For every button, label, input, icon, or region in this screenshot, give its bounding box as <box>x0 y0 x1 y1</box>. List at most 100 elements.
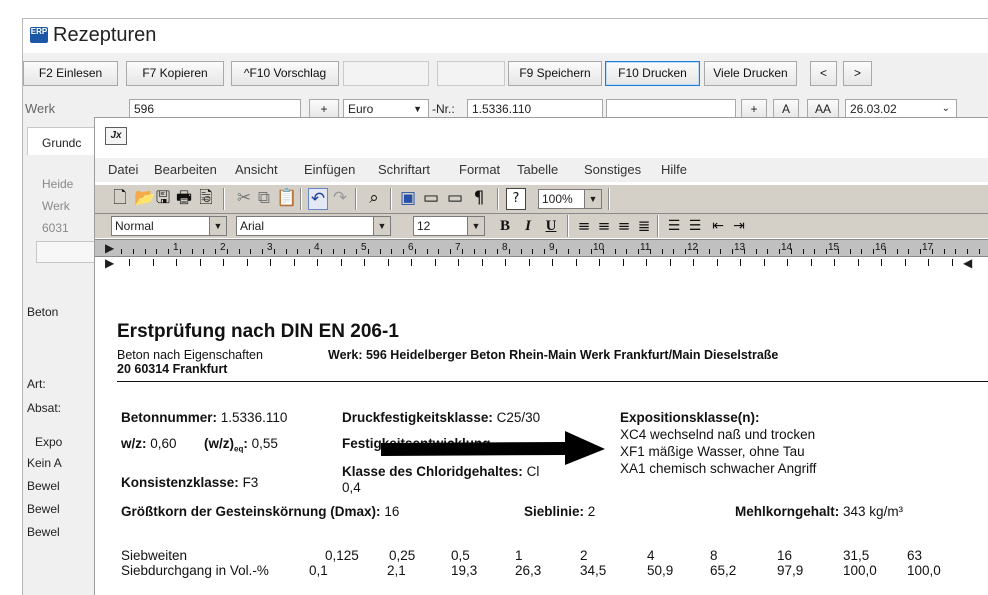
tab-ruler[interactable]: ▶ ◀ <box>95 256 988 282</box>
find-binoculars-icon[interactable]: ⌕ <box>364 188 384 208</box>
menu-sonstiges[interactable]: Sonstiges <box>584 162 641 177</box>
increase-indent-icon[interactable]: ⇥ <box>730 216 748 236</box>
horizontal-ruler[interactable]: ▶ 1 2 3 4 5 6 7 8 9 10 11 12 13 14 15 16… <box>95 239 988 257</box>
ruler-tick <box>250 249 251 254</box>
menu-datei[interactable]: Datei <box>108 162 138 177</box>
footer-icon[interactable]: ▭ <box>446 188 464 208</box>
nr-input[interactable]: 1.5336.110 <box>467 99 603 119</box>
previous-button[interactable]: < <box>810 61 837 86</box>
ruler-tick <box>756 249 757 254</box>
cut-icon[interactable]: ✂ <box>235 188 253 208</box>
tab-tick <box>740 259 741 266</box>
ruler-tick <box>897 249 898 254</box>
print-preview-icon[interactable]: 🗟 <box>196 188 216 208</box>
ruler-tick <box>885 249 886 254</box>
toolbar-separator <box>300 188 302 210</box>
header-icon[interactable]: ▭ <box>422 188 440 208</box>
ruler-tick <box>838 249 839 254</box>
align-left-icon[interactable]: ≡ <box>575 216 593 236</box>
viele-drucken-button[interactable]: Viele Drucken <box>704 61 797 86</box>
toolbar-separator <box>390 188 392 210</box>
copy-icon[interactable]: ⧉ <box>255 188 273 208</box>
a-button[interactable]: A <box>773 99 799 119</box>
siebweite-value: 1 <box>515 548 523 563</box>
ruler-tick <box>391 249 392 254</box>
save-icon[interactable]: 🖫 <box>154 188 172 208</box>
justify-icon[interactable]: ≣ <box>635 216 653 236</box>
tab-tick <box>717 259 718 266</box>
ruler-tick <box>239 249 240 254</box>
style-value: Normal <box>115 219 154 233</box>
date-select[interactable]: 26.03.02 ⌄ <box>845 99 957 119</box>
chlorid-value-2: 0,4 <box>342 480 361 495</box>
menu-bearbeiten[interactable]: Bearbeiten <box>154 162 217 177</box>
betonnummer-value: 1.5336.110 <box>220 410 288 425</box>
print-icon[interactable]: 🖶 <box>175 188 193 208</box>
next-button[interactable]: > <box>843 61 872 86</box>
einlesen-button[interactable]: F2 Einlesen <box>23 61 118 86</box>
ruler-tick <box>532 249 533 254</box>
menu-einfuegen[interactable]: Einfügen <box>304 162 355 177</box>
ruler-tick <box>133 249 134 254</box>
underline-icon[interactable]: U <box>541 216 561 236</box>
bullet-list-icon[interactable]: ☰ <box>686 216 704 236</box>
toolbar-separator <box>567 215 569 237</box>
align-center-icon[interactable]: ≡ <box>595 216 613 236</box>
menu-ansicht[interactable]: Ansicht <box>235 162 278 177</box>
bold-icon[interactable]: B <box>495 216 515 236</box>
open-folder-icon[interactable]: 📂 <box>134 188 155 208</box>
tab-tick <box>435 259 436 266</box>
menu-hilfe[interactable]: Hilfe <box>661 162 687 177</box>
betonnummer-label: Betonnummer: <box>121 410 218 425</box>
speichern-button[interactable]: F9 Speichern <box>508 61 602 86</box>
paste-icon[interactable]: 📋 <box>276 188 297 208</box>
werk-input[interactable]: 596 <box>129 99 301 119</box>
empty-button-2[interactable] <box>437 61 505 86</box>
decrease-indent-icon[interactable]: ⇤ <box>709 216 727 236</box>
werk-plus-button[interactable]: + <box>309 99 339 119</box>
help-icon[interactable]: ? <box>506 188 526 210</box>
italic-icon[interactable]: I <box>518 216 538 236</box>
add-button[interactable]: + <box>741 99 767 119</box>
tab-tick <box>811 259 812 266</box>
chevron-down-icon: ⌄ <box>941 103 950 114</box>
chlorid-label: Klasse des Chloridgehaltes: <box>342 464 523 479</box>
empty-button-1[interactable] <box>343 61 429 86</box>
indent-marker-icon[interactable]: ▶ <box>105 256 114 270</box>
indent-marker-icon[interactable]: ▶ <box>105 241 114 255</box>
new-document-icon[interactable]: 🗋 <box>111 188 129 208</box>
style-select[interactable]: Normal ▼ <box>111 216 227 236</box>
ruler-tick <box>662 249 663 254</box>
menu-tabelle[interactable]: Tabelle <box>517 162 558 177</box>
menu-schriftart[interactable]: Schriftart <box>378 162 430 177</box>
right-margin-marker-icon[interactable]: ◀ <box>963 256 972 270</box>
undo-icon[interactable]: ↶ <box>308 188 328 210</box>
ruler-number: 6 <box>408 242 414 253</box>
vorschlag-button[interactable]: ^F10 Vorschlag <box>231 61 339 86</box>
menu-format[interactable]: Format <box>459 162 500 177</box>
window-title: Rezepturen <box>53 24 157 46</box>
zoom-select[interactable]: 100% ▼ <box>538 189 602 209</box>
drucken-button[interactable]: F10 Drucken <box>605 61 700 86</box>
aa-button[interactable]: AA <box>807 99 839 119</box>
werk-line: Werk: 596 Heidelberger Beton Rhein-Main … <box>328 348 779 362</box>
insert-image-icon[interactable]: ▣ <box>399 188 417 208</box>
currency-select[interactable]: Euro ▼ <box>343 99 429 119</box>
siebdurchgang-value: 19,3 <box>451 563 478 578</box>
paragraph-marks-icon[interactable]: ¶ <box>470 188 488 208</box>
font-select[interactable]: Arial ▼ <box>236 216 391 236</box>
groesstkorn-value: 16 <box>384 504 400 519</box>
annotation-arrow-icon <box>381 431 605 465</box>
redo-icon[interactable]: ↷ <box>331 188 349 208</box>
font-size-select[interactable]: 12 ▼ <box>413 216 485 236</box>
tab-tick <box>599 259 600 266</box>
werk-line-2: 20 60314 Frankfurt <box>117 362 228 376</box>
numbered-list-icon[interactable]: ☰ <box>665 216 683 236</box>
kopieren-button[interactable]: F7 Kopieren <box>126 61 224 86</box>
ruler-tick <box>415 249 416 254</box>
align-right-icon[interactable]: ≡ <box>615 216 633 236</box>
tab-tick <box>364 259 365 266</box>
beton-label: Beton <box>27 305 59 319</box>
empty-field[interactable] <box>606 99 736 119</box>
tab-tick <box>552 259 553 266</box>
